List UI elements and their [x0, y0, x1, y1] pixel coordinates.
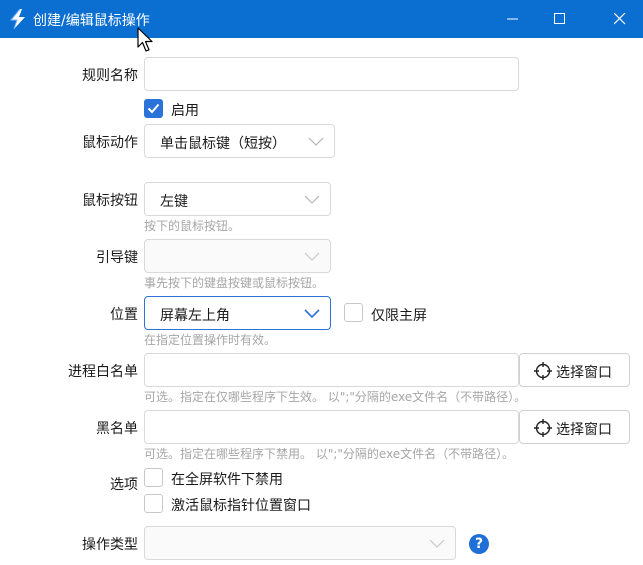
blacklist-button-label: 选择窗口 — [556, 422, 612, 438]
operation-type-select[interactable] — [144, 526, 456, 560]
lead-key-select[interactable] — [144, 239, 331, 273]
help-icon[interactable]: ? — [469, 534, 489, 554]
operation-type-label: 操作类型 — [82, 537, 138, 553]
chevron-down-icon — [304, 309, 320, 318]
chevron-down-icon — [304, 195, 320, 204]
mouse-button-hint: 按下的鼠标按钮。 — [144, 219, 241, 233]
lightning-app-icon — [9, 9, 25, 29]
position-select[interactable]: 屏幕左上角 — [144, 296, 331, 330]
enabled-checkbox[interactable] — [144, 99, 163, 118]
blacklist-hint: 可选。指定在哪些程序下禁用。 以";"分隔的exe文件名（不带路径）。 — [144, 447, 515, 461]
primary-only-checkbox[interactable] — [344, 303, 363, 322]
close-icon — [614, 13, 626, 25]
mouse-button-value: 左键 — [160, 194, 188, 210]
enabled-label: 启用 — [171, 103, 199, 119]
position-label: 位置 — [110, 307, 138, 323]
rule-name-label: 规则名称 — [82, 68, 138, 84]
lead-key-hint: 事先按下的键盘按键或鼠标按钮。 — [144, 276, 325, 290]
minimize-button[interactable] — [490, 0, 536, 38]
crosshair-icon — [534, 419, 552, 437]
position-value: 屏幕左上角 — [160, 308, 230, 324]
whitelist-select-window-button[interactable]: 选择窗口 — [519, 353, 630, 387]
chevron-down-icon — [304, 252, 320, 261]
mouse-button-label: 鼠标按钮 — [82, 193, 138, 209]
crosshair-icon — [534, 362, 552, 380]
lead-key-label: 引导键 — [96, 250, 138, 266]
whitelist-button-label: 选择窗口 — [556, 365, 612, 381]
mouse-button-select[interactable]: 左键 — [144, 182, 331, 216]
whitelist-hint: 可选。指定在仅哪些程序下生效。 以";"分隔的exe文件名（不带路径）。 — [144, 390, 527, 404]
whitelist-input[interactable] — [144, 353, 519, 387]
mouse-action-label: 鼠标动作 — [82, 135, 138, 151]
window-title: 创建/编辑鼠标操作 — [33, 13, 150, 29]
fullscreen-disable-label: 在全屏软件下禁用 — [171, 472, 283, 488]
mouse-cursor-icon — [137, 27, 153, 52]
blacklist-label: 黑名单 — [96, 421, 138, 437]
title-bar: 创建/编辑鼠标操作 — [0, 0, 643, 38]
fullscreen-disable-checkbox[interactable] — [144, 468, 163, 487]
activate-window-checkbox[interactable] — [144, 494, 163, 513]
chevron-down-icon — [308, 137, 324, 146]
blacklist-input[interactable] — [144, 410, 519, 444]
primary-only-label: 仅限主屏 — [371, 308, 427, 324]
mouse-action-value: 单击鼠标键（短按） — [160, 136, 286, 152]
checkmark-icon — [147, 103, 160, 114]
rule-name-input[interactable] — [144, 57, 519, 91]
maximize-icon — [554, 13, 565, 24]
blacklist-select-window-button[interactable]: 选择窗口 — [519, 410, 630, 444]
position-hint: 在指定位置操作时有效。 — [144, 333, 277, 347]
mouse-action-select[interactable]: 单击鼠标键（短按） — [144, 124, 335, 158]
minimize-icon — [507, 18, 518, 20]
options-label: 选项 — [110, 477, 138, 493]
whitelist-label: 进程白名单 — [68, 364, 138, 380]
close-button[interactable] — [597, 0, 643, 38]
chevron-down-icon — [429, 539, 445, 548]
activate-window-label: 激活鼠标指针位置窗口 — [171, 498, 311, 514]
maximize-button[interactable] — [537, 0, 583, 38]
